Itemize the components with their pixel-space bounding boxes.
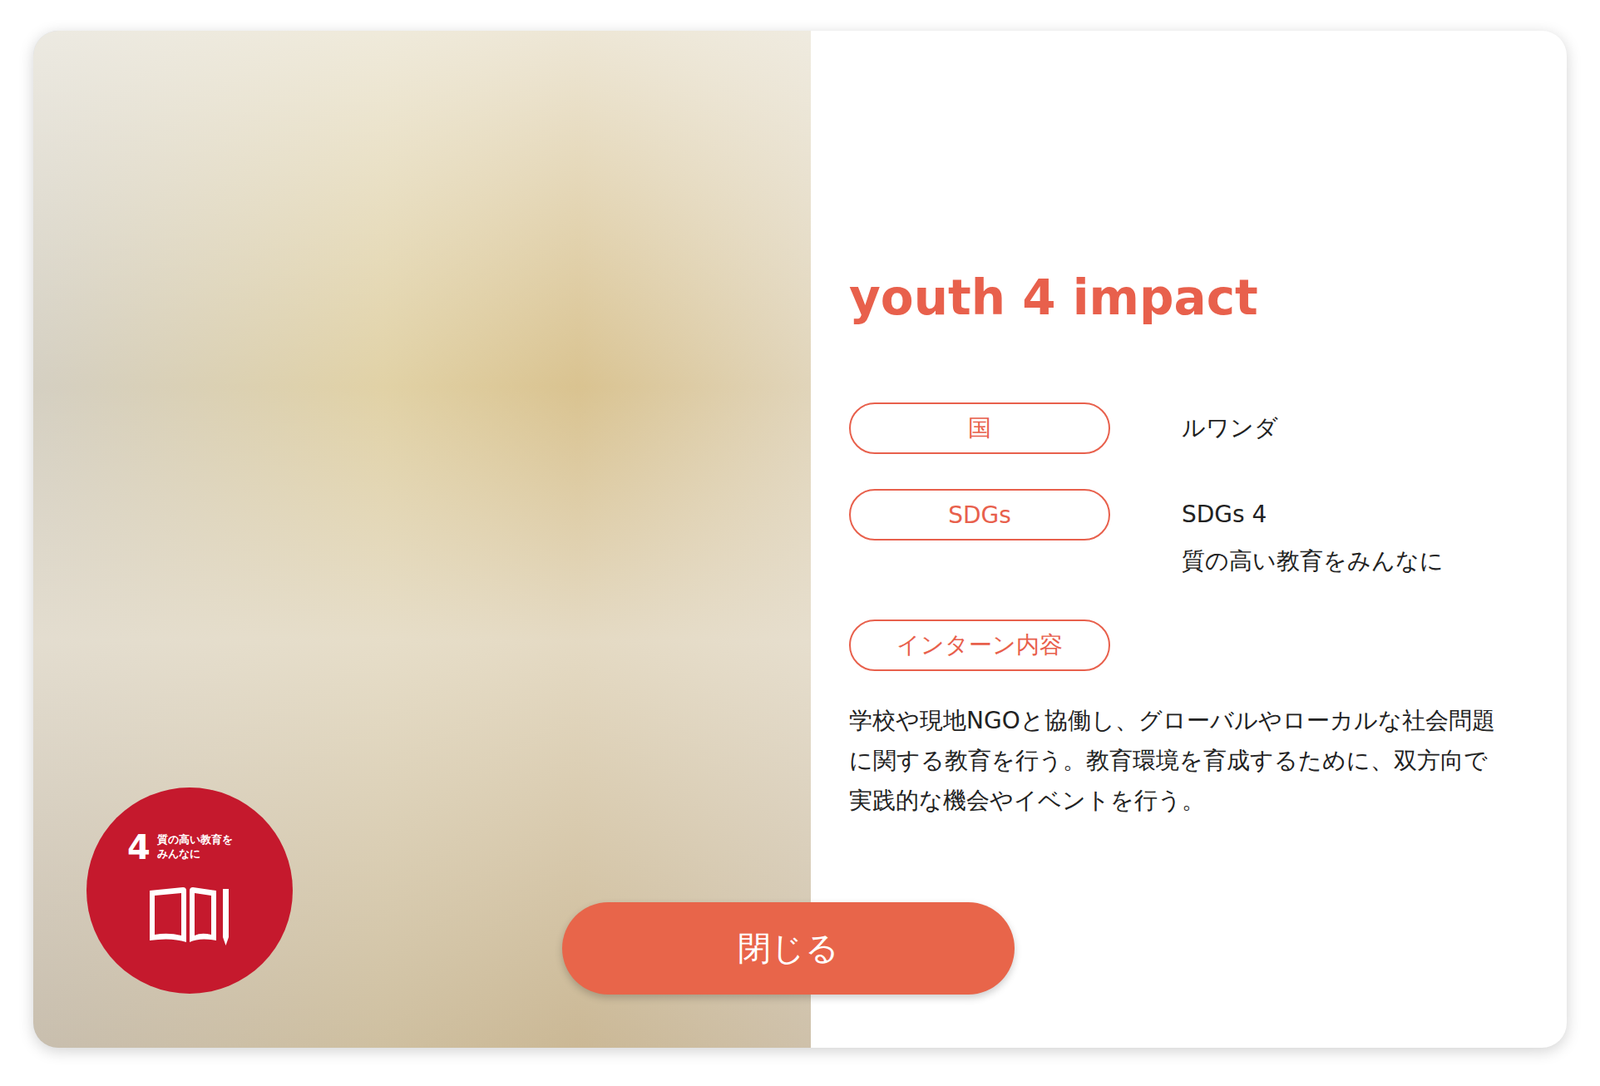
info-value: ルワンダ [1181,404,1509,452]
badge-label: 質の高い教育をみんなに [157,830,233,861]
info-label: SDGs [849,488,1111,541]
title: youth 4 impact [849,268,1509,327]
info-row: 国 ルワンダ [849,402,1509,455]
badge-head: 4質の高い教育をみんなに [127,830,252,865]
close-button[interactable]: 閉じる [562,902,1015,995]
badge-number: 4 [127,830,151,865]
info-row: SDGs SDGs 4質の高い教育をみんなに [849,488,1509,585]
section-label: インターン内容 [849,619,1111,672]
sdg-badge: 4質の高い教育をみんなに [86,787,293,994]
page: youth 4 impact国ルワンダSDGsSDGs 4質の高い教育をみんなに… [0,0,1600,1086]
info-value: 質の高い教育をみんなに [1181,538,1509,585]
info-value: SDGs 4 [1181,491,1509,539]
modal-card: youth 4 impact国ルワンダSDGsSDGs 4質の高い教育をみんなに… [33,30,1567,1048]
info-rows: 国 ルワンダ SDGs SDGs 4質の高い教育をみんなにインターン内容 [849,402,1509,672]
book-icon [146,883,233,948]
info-label: 国 [849,402,1111,455]
info-values: ルワンダ [1181,402,1509,452]
detail-panel: youth 4 impact 国 ルワンダ SDGs SDGs 4質の高い教育をみんなに… [810,30,1567,1048]
info-values: SDGs 4質の高い教育をみんなに [1181,488,1509,585]
section-text: 学校や現地NGOと協働し、グローバルやローカルな社会問題に関する教育を行う。教育… [849,701,1509,821]
